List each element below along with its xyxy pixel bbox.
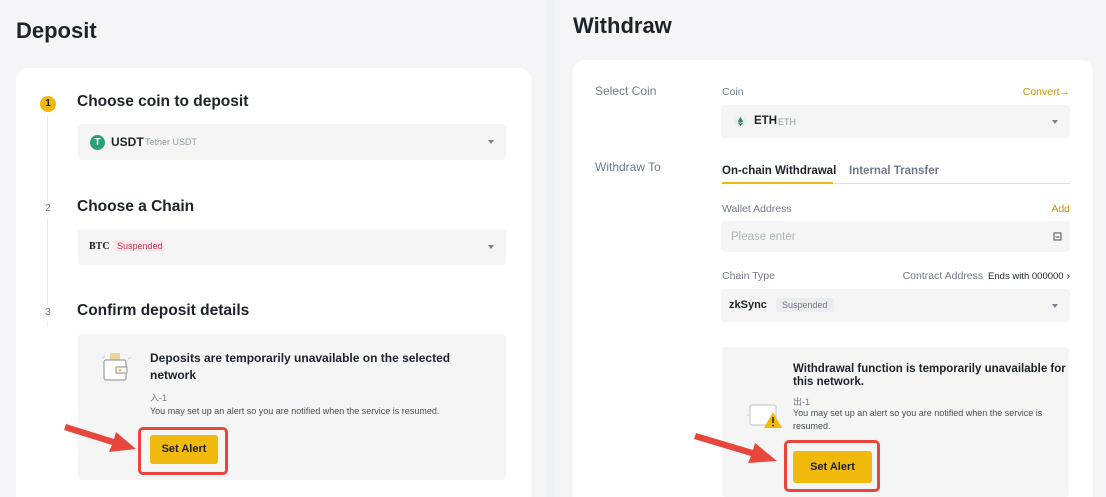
add-address-link[interactable]: Add [1051,203,1070,215]
suspended-badge: Suspended [114,240,166,252]
withdraw-unavailable-notice: Withdrawal function is temporarily unava… [722,347,1069,497]
chain-value: BTC [89,241,110,252]
ethereum-icon [734,115,747,128]
tab-internal-transfer[interactable]: Internal Transfer [849,165,939,177]
coin-name: Tether USDT [145,137,198,147]
step-2-title: Choose a Chain [77,198,195,215]
withdraw-title: Withdraw [573,13,672,38]
withdraw-panel: Withdraw Select Coin Coin Convert→ ETH E… [555,0,1106,497]
chevron-right-icon: › [1066,270,1071,282]
set-alert-highlight-box [784,440,880,492]
active-tab-indicator [722,182,833,184]
withdraw-card: Select Coin Coin Convert→ ETH ETH Withdr… [573,60,1093,497]
step-3-title: Confirm deposit details [77,302,250,319]
withdraw-to-label: Withdraw To [595,160,661,174]
notice-title-line1: Withdrawal function is temporarily unava… [793,363,1066,375]
contract-address-row[interactable]: Contract Address Ends with 000000 › [903,270,1070,282]
step-connector [47,116,48,326]
notice-description-line2: resumed. [793,421,831,431]
chain-value: zkSync [729,299,767,311]
coin-symbol: ETH [754,115,777,127]
wallet-address-input[interactable] [721,221,1070,252]
chevron-down-icon [1052,303,1058,308]
deposit-panel: Deposit 1 Choose coin to deposit T USDT … [0,0,547,497]
wallet-icon [101,353,132,381]
tab-on-chain-withdrawal[interactable]: On-chain Withdrawal [722,165,836,177]
chevron-down-icon [488,245,494,249]
suspended-badge: Suspended [776,298,834,312]
step-3-number: 3 [40,305,56,321]
arrow-icon [64,424,136,452]
address-book-icon[interactable] [1053,232,1062,241]
notice-description-line1: You may set up an alert so you are notif… [793,408,1043,418]
step-2-number: 2 [40,201,56,217]
coin-select[interactable]: ETH ETH [721,105,1070,138]
wallet-address-label: Wallet Address [722,203,792,215]
notice-description: You may set up an alert so you are notif… [150,406,440,416]
coin-symbol: USDT [111,135,144,149]
arrow-icon [694,433,777,463]
contract-address-label: Contract Address [902,270,984,282]
coin-select[interactable]: T USDT Tether USDT [78,124,506,160]
convert-link[interactable]: Convert→ [1023,86,1070,98]
notice-title-line1: Deposits are temporarily unavailable on … [150,351,451,365]
notice-title-line2: network [150,368,197,382]
contract-address-value: Ends with 000000 [988,271,1064,282]
notice-title-line2: this network. [793,376,864,388]
error-code: 入-1 [150,393,168,403]
deposit-title: Deposit [16,18,97,43]
chevron-down-icon [1052,119,1058,124]
set-alert-highlight-box [138,427,228,475]
coin-sub: ETH [778,117,796,127]
coin-label: Coin [722,86,744,98]
chevron-down-icon [488,140,494,144]
step-1-title: Choose coin to deposit [77,93,249,110]
chain-type-label: Chain Type [722,270,775,282]
step-1-number: 1 [40,96,56,112]
chain-type-select[interactable]: zkSync Suspended [721,289,1070,322]
chain-select[interactable]: BTC Suspended [78,229,506,265]
select-coin-label: Select Coin [595,84,657,98]
tether-icon: T [90,135,105,150]
